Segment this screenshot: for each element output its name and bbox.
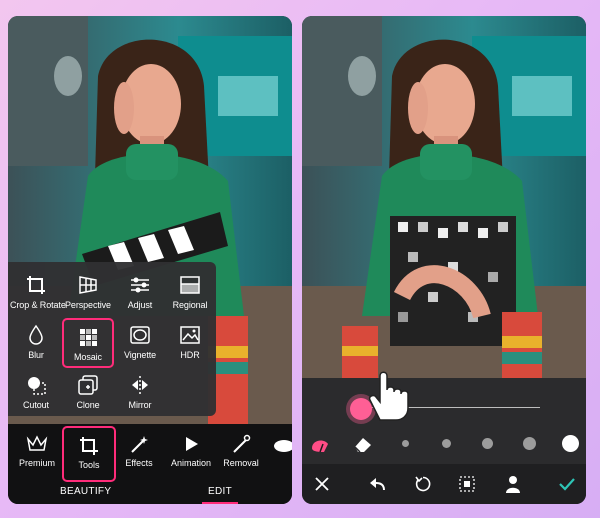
brush-icon[interactable]: [310, 434, 332, 454]
mosaic-icon: [80, 329, 97, 346]
brush-size-slider[interactable]: [302, 378, 586, 424]
brush-size-3[interactable]: [482, 438, 493, 449]
tool-label: Blur: [28, 350, 44, 360]
removal-icon: [233, 434, 251, 453]
bar-effects[interactable]: Effects: [112, 426, 166, 482]
tool-label: Perspective: [65, 300, 111, 310]
brush-size-2[interactable]: [442, 439, 451, 448]
regional-icon: [180, 276, 200, 294]
crop-rotate-icon: [27, 276, 45, 294]
tool-blur[interactable]: Blur: [10, 318, 62, 368]
tool-label: Adjust: [127, 300, 153, 310]
hdr-icon: [180, 326, 200, 344]
tool-cutout[interactable]: Cutout: [10, 368, 62, 418]
bar-removal[interactable]: Removal: [214, 426, 268, 482]
perspective-icon: [79, 276, 97, 294]
effects-wand-icon: [131, 436, 148, 453]
person-icon[interactable]: [504, 474, 522, 494]
bar-label: Premium: [18, 458, 55, 468]
bar-label: Animation: [170, 458, 212, 468]
adjust-icon: [131, 277, 149, 293]
cloud-icon: [274, 440, 292, 452]
vignette-icon: [130, 326, 150, 344]
eraser-icon[interactable]: [352, 434, 374, 454]
crown-icon: [26, 435, 48, 451]
tab-beautify[interactable]: BEAUTIFY: [60, 486, 111, 497]
tab-edit-indicator: [202, 502, 238, 504]
tool-mirror[interactable]: Mirror: [114, 368, 166, 418]
tool-label: Crop & Rotate: [10, 300, 66, 310]
tool-label: Mosaic: [74, 352, 102, 362]
cutout-icon: [28, 377, 46, 395]
photo-canvas: [302, 16, 586, 378]
tool-mosaic[interactable]: Mosaic: [62, 318, 114, 368]
tools-menu-panel: Crop & Rotate Perspective Adjust Regiona…: [8, 262, 216, 416]
brush-size-4[interactable]: [523, 437, 536, 450]
bottom-toolbar: Premium Tools Effects Animation Removal …: [8, 424, 292, 504]
tool-label: Mirror: [128, 400, 152, 410]
tool-vignette[interactable]: Vignette: [114, 318, 166, 368]
brush-options-row: [302, 424, 586, 464]
bar-more-partial[interactable]: [270, 426, 292, 482]
brush-size-1[interactable]: [402, 440, 409, 447]
reset-icon[interactable]: [414, 475, 432, 493]
bar-premium[interactable]: Premium: [10, 426, 64, 482]
tool-clone[interactable]: Clone: [62, 368, 114, 418]
tool-label: Vignette: [123, 350, 157, 360]
bar-label: Tools: [78, 460, 100, 470]
tab-edit[interactable]: EDIT: [208, 486, 232, 497]
tools-crop-icon: [80, 437, 98, 455]
phone-screen-mosaic-editor: [302, 16, 586, 504]
play-icon: [186, 437, 198, 451]
brush-size-5-selected[interactable]: [562, 435, 579, 452]
tool-hdr[interactable]: HDR: [164, 318, 216, 368]
tool-label: HDR: [180, 350, 200, 360]
tool-regional[interactable]: Regional: [164, 268, 216, 318]
bar-label: Removal: [223, 458, 259, 468]
tool-label: Regional: [172, 300, 208, 310]
tool-perspective[interactable]: Perspective: [62, 268, 114, 318]
portrait-photo-mosaic: [302, 16, 586, 378]
bar-label: Effects: [125, 458, 153, 468]
bar-animation[interactable]: Animation: [164, 426, 218, 482]
pointer-hand-icon: [368, 371, 409, 421]
mirror-icon: [132, 376, 148, 394]
blur-icon: [29, 324, 43, 345]
bar-tools[interactable]: Tools: [62, 426, 116, 482]
undo-icon[interactable]: [368, 475, 386, 493]
clone-icon: [78, 375, 98, 395]
tool-label: Cutout: [23, 400, 49, 410]
tool-label: Clone: [76, 400, 100, 410]
check-icon[interactable]: [558, 475, 576, 493]
tool-crop-rotate[interactable]: Crop & Rotate: [10, 268, 66, 318]
action-toolbar: [302, 464, 586, 504]
select-icon[interactable]: [458, 475, 476, 493]
tool-adjust[interactable]: Adjust: [114, 268, 166, 318]
close-icon[interactable]: [314, 476, 330, 492]
phone-screen-tools-menu: Crop & Rotate Perspective Adjust Regiona…: [8, 16, 292, 504]
